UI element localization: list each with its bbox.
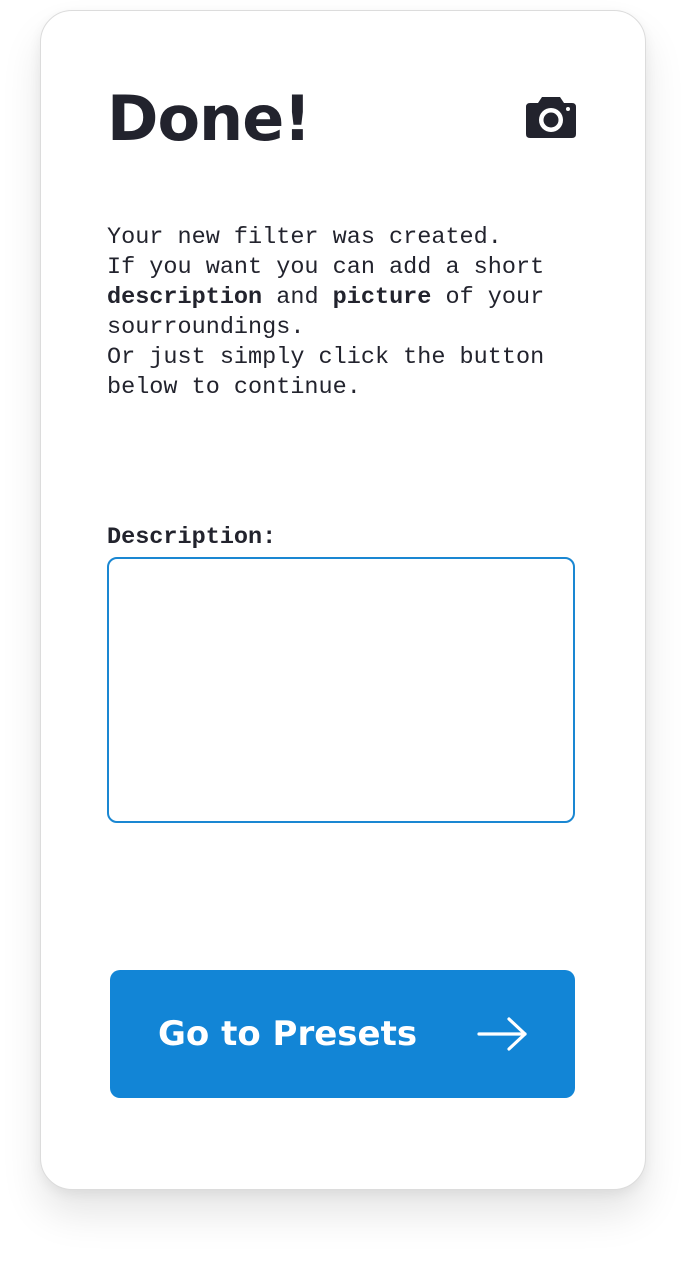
intro-line: below to continue. <box>107 374 361 401</box>
intro-line: sourroundings. <box>107 314 305 341</box>
description-textarea[interactable] <box>107 557 575 823</box>
arrow-right-icon <box>477 1017 527 1051</box>
description-label: Description: <box>107 524 277 551</box>
camera-icon[interactable] <box>525 95 577 139</box>
go-to-presets-button[interactable]: Go to Presets <box>110 970 575 1098</box>
intro-bold-description: description <box>107 284 263 311</box>
intro-line: If you want you can add a short <box>107 254 545 281</box>
page-title: Done! <box>107 82 312 155</box>
intro-line: Your new filter was created. <box>107 224 502 251</box>
intro-line: Or just simply click the button <box>107 344 545 371</box>
intro-bold-picture: picture <box>332 284 432 311</box>
done-card: Done! Your new filter was created. If yo… <box>40 10 646 1190</box>
intro-text: Your new filter was created. If you want… <box>107 223 567 403</box>
go-to-presets-label: Go to Presets <box>158 1014 418 1054</box>
intro-line-end: of your <box>431 284 545 311</box>
intro-connector: and <box>262 284 333 311</box>
